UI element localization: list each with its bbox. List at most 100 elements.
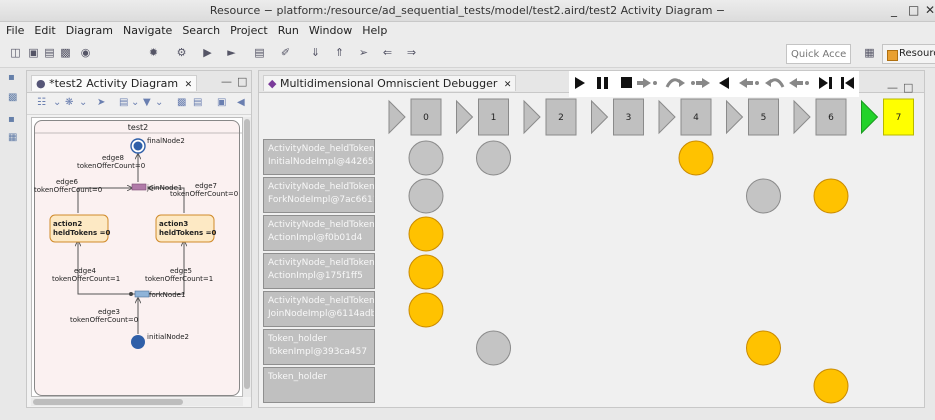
- diagram-vscroll-thumb[interactable]: [244, 119, 250, 389]
- step-number: 0: [423, 113, 429, 123]
- join-node[interactable]: [131, 183, 147, 191]
- step-arrow[interactable]: [523, 99, 541, 135]
- edge6-count: tokenOfferCount=0: [34, 186, 102, 194]
- open-type-icon[interactable]: ▤: [252, 46, 267, 60]
- menu-edit[interactable]: Edit: [28, 22, 59, 37]
- timeline-row-label[interactable]: Token_holder TokenImpl@393ca457: [263, 329, 375, 365]
- fork-node-handle[interactable]: [129, 292, 133, 296]
- debug-icon[interactable]: ✹: [146, 46, 161, 60]
- pin-icon[interactable]: ➤: [97, 97, 105, 108]
- restore-icon-2[interactable]: ▪: [8, 114, 15, 125]
- step-arrow[interactable]: [456, 99, 474, 135]
- filter-icon[interactable]: ❋: [65, 97, 73, 108]
- minimize-view-icon[interactable]: —: [221, 75, 232, 88]
- step-arrow[interactable]: [861, 99, 879, 135]
- past-value-circle[interactable]: [746, 178, 781, 214]
- timeline-row-label[interactable]: ActivityNode_heldTokens ActionImpl@175f1f…: [263, 253, 375, 289]
- past-value-circle[interactable]: [476, 330, 511, 366]
- dropdown-icon-4[interactable]: ⌄: [155, 97, 163, 108]
- step-arrow[interactable]: [726, 99, 744, 135]
- debugger-panel: ◆ Multidimensional Omniscient Debugger ✕…: [258, 70, 925, 408]
- last-edit-icon[interactable]: ➢: [356, 46, 371, 60]
- arrange-icon[interactable]: ☷: [37, 97, 46, 108]
- edge5-count: tokenOfferCount=1: [145, 275, 213, 283]
- open-perspective-icon[interactable]: ▦: [862, 46, 877, 60]
- edge4-count: tokenOfferCount=1: [52, 275, 120, 283]
- dropdown-icon-3[interactable]: ⌄: [131, 97, 139, 108]
- timeline-row-label[interactable]: ActivityNode_heldTokens ForkNodeImpl@7ac6…: [263, 177, 375, 213]
- minimize-button[interactable]: _: [891, 3, 897, 17]
- menu-navigate[interactable]: Navigate: [117, 22, 176, 37]
- save-icon[interactable]: ▣: [26, 46, 41, 60]
- past-value-circle[interactable]: [408, 178, 444, 214]
- back-icon[interactable]: ⇐: [380, 46, 395, 60]
- select-all-icon[interactable]: ▩: [177, 97, 186, 108]
- current-value-circle[interactable]: [408, 292, 444, 328]
- menu-file[interactable]: File: [0, 22, 28, 37]
- maximize-view-icon[interactable]: □: [237, 75, 247, 88]
- filters-icon[interactable]: ▼: [143, 97, 151, 108]
- row-object-id: InitialNodeImpl@4426536a: [268, 157, 374, 167]
- quick-access-input[interactable]: [786, 44, 851, 64]
- past-value-circle[interactable]: [408, 140, 444, 176]
- initial-node[interactable]: [131, 335, 145, 349]
- diagram-horizontal-scrollbar[interactable]: [31, 398, 243, 406]
- current-value-circle[interactable]: [678, 140, 714, 176]
- step-arrow[interactable]: [658, 99, 676, 135]
- maximize-button[interactable]: □: [908, 3, 919, 17]
- current-value-circle[interactable]: [813, 178, 849, 214]
- edge7-count: tokenOfferCount=0: [170, 190, 238, 198]
- current-value-circle[interactable]: [746, 330, 781, 366]
- current-value-circle[interactable]: [813, 368, 849, 404]
- action2-name: action2: [53, 220, 82, 228]
- menu-help[interactable]: Help: [356, 22, 391, 37]
- timeline-row-label[interactable]: ActivityNode_heldTokens JoinNodeImpl@6114…: [263, 291, 375, 327]
- timeline-row-label[interactable]: ActivityNode_heldTokens ActionImpl@f0b01d…: [263, 215, 375, 251]
- prev-annotation-icon[interactable]: ⇑: [332, 46, 347, 60]
- pen-icon[interactable]: ✐: [278, 46, 293, 60]
- diagram-vertical-scrollbar[interactable]: [243, 117, 251, 397]
- project-explorer-icon[interactable]: ▩: [8, 92, 17, 103]
- forward-icon[interactable]: ⇒: [404, 46, 419, 60]
- current-value-circle[interactable]: [408, 216, 444, 252]
- window-title: Resource − platform:/resource/ad_sequent…: [209, 4, 726, 17]
- menu-diagram[interactable]: Diagram: [60, 22, 117, 37]
- sirius-icon[interactable]: ◉: [78, 46, 93, 60]
- model-explorer-icon[interactable]: ▦: [8, 132, 17, 143]
- lock-icon[interactable]: ▣: [217, 97, 226, 108]
- timeline-row-label[interactable]: ActivityNode_heldTokens InitialNodeImpl@4…: [263, 139, 375, 175]
- dropdown-icon[interactable]: ⌄: [53, 97, 61, 108]
- diagram-hscroll-thumb[interactable]: [33, 399, 183, 405]
- step-arrow[interactable]: [591, 99, 609, 135]
- step-arrow[interactable]: [388, 99, 406, 135]
- tools-icon[interactable]: ⚙: [174, 46, 189, 60]
- diagram-tab-close[interactable]: ✕: [185, 80, 193, 90]
- fork-node[interactable]: [134, 290, 150, 298]
- current-value-circle[interactable]: [408, 254, 444, 290]
- close-button[interactable]: ✕: [925, 3, 935, 17]
- new-icon[interactable]: ◫: [8, 46, 23, 60]
- restore-icon[interactable]: ▪: [8, 72, 15, 83]
- collapse-toolbar-icon[interactable]: ◀: [237, 97, 245, 108]
- print-icon[interactable]: ▩: [58, 46, 73, 60]
- diagram-editor-tab[interactable]: ● *test2 Activity Diagram ✕: [31, 75, 198, 91]
- external-tools-icon[interactable]: ►: [224, 46, 239, 60]
- run-icon[interactable]: ▶: [200, 46, 215, 60]
- save-all-icon[interactable]: ▤: [42, 46, 57, 60]
- step-arrow[interactable]: [793, 99, 811, 135]
- layers-icon[interactable]: ▤: [119, 97, 128, 108]
- next-annotation-icon[interactable]: ⇓: [308, 46, 323, 60]
- diagram-canvas[interactable]: test2 finalNode2 joinNode1 action2 heldT…: [31, 117, 243, 397]
- menu-run[interactable]: Run: [272, 22, 303, 37]
- menu-search[interactable]: Search: [176, 22, 224, 37]
- menu-project[interactable]: Project: [224, 22, 272, 37]
- row-feature-name: ActivityNode_heldTokens: [268, 220, 375, 230]
- menu-window[interactable]: Window: [303, 22, 356, 37]
- dropdown-icon-2[interactable]: ⌄: [79, 97, 87, 108]
- final-node-label: finalNode2: [147, 137, 185, 145]
- diagram-tab-icon: ●: [36, 77, 46, 90]
- timeline-row-label[interactable]: Token_holder: [263, 367, 375, 403]
- export-icon[interactable]: ▤: [193, 97, 202, 108]
- past-value-circle[interactable]: [476, 140, 511, 176]
- resource-perspective-button[interactable]: Resource: [882, 44, 935, 64]
